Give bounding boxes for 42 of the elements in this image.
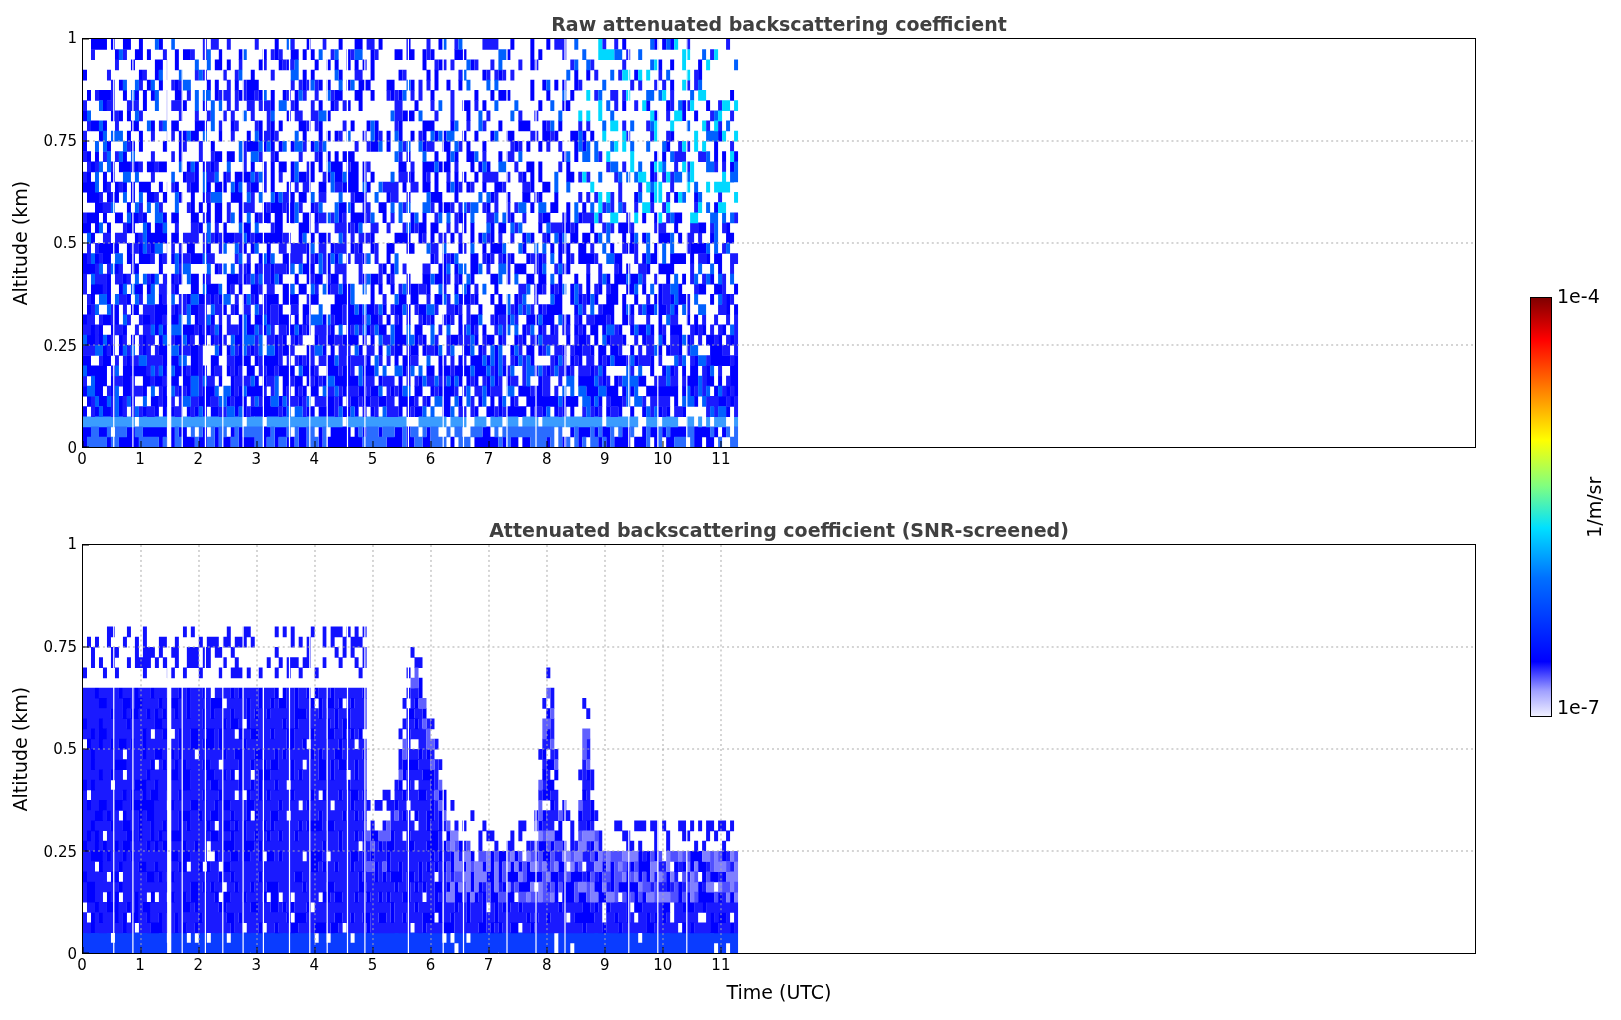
axis-label: Altitude (km): [7, 180, 32, 306]
axis-tick-label: 10: [653, 452, 673, 467]
axis-tick-label: 7: [483, 958, 494, 973]
axis-tick-label: 4: [309, 958, 320, 973]
axis-tick-label: 0: [67, 946, 77, 962]
colorbar-tick-label: 1e-7: [1557, 698, 1600, 717]
axis-tick-label: 10: [653, 958, 673, 973]
axis-tick-label: 8: [541, 958, 552, 973]
axis-tick-label: 3: [251, 452, 261, 467]
axis-tick-label: 2: [193, 452, 203, 467]
chart-title: Raw attenuated backscattering coefficient: [551, 15, 1007, 34]
axis-tick-label: 0.75: [43, 639, 77, 654]
axis-tick-label: 7: [483, 452, 494, 467]
axis-tick-label: 0.75: [43, 133, 77, 148]
axis-tick-label: 6: [425, 958, 436, 973]
axis-tick-label: 0.5: [53, 741, 77, 757]
axis-tick-label: 0: [77, 452, 87, 467]
axis-tick-label: 11: [711, 958, 731, 973]
axis-tick-label: 1: [135, 958, 145, 973]
axis-tick-label: 8: [541, 452, 552, 467]
axis-label: Time (UTC): [726, 980, 832, 1005]
axis-tick-label: 5: [367, 958, 378, 973]
axis-tick-label: 5: [367, 452, 378, 467]
colorbar-label: 1/m/sr: [1582, 476, 1607, 538]
axis-tick-label: 9: [600, 958, 610, 973]
axis-tick-label: 2: [193, 958, 203, 973]
axis-tick-label: 1: [67, 30, 77, 46]
axis-tick-label: 1: [67, 536, 77, 552]
axis-tick-label: 3: [251, 958, 261, 973]
axis-tick-label: 0.5: [53, 235, 77, 251]
axis-tick-label: 9: [600, 452, 610, 467]
axis-label: Altitude (km): [7, 686, 32, 812]
colorbar-tick-label: 1e-4: [1557, 287, 1600, 306]
axis-tick-label: 0.25: [43, 338, 77, 353]
axis-tick-label: 1: [135, 452, 145, 467]
axis-tick-label: 0.25: [43, 844, 77, 859]
axis-tick-label: 6: [425, 452, 436, 467]
axis-tick-label: 11: [711, 452, 731, 467]
chart-title: Attenuated backscattering coefficient (SNR-screened): [489, 521, 1069, 540]
axis-tick-label: 0: [67, 440, 77, 456]
axis-tick-label: 4: [309, 452, 320, 467]
axis-tick-label: 0: [77, 958, 87, 973]
